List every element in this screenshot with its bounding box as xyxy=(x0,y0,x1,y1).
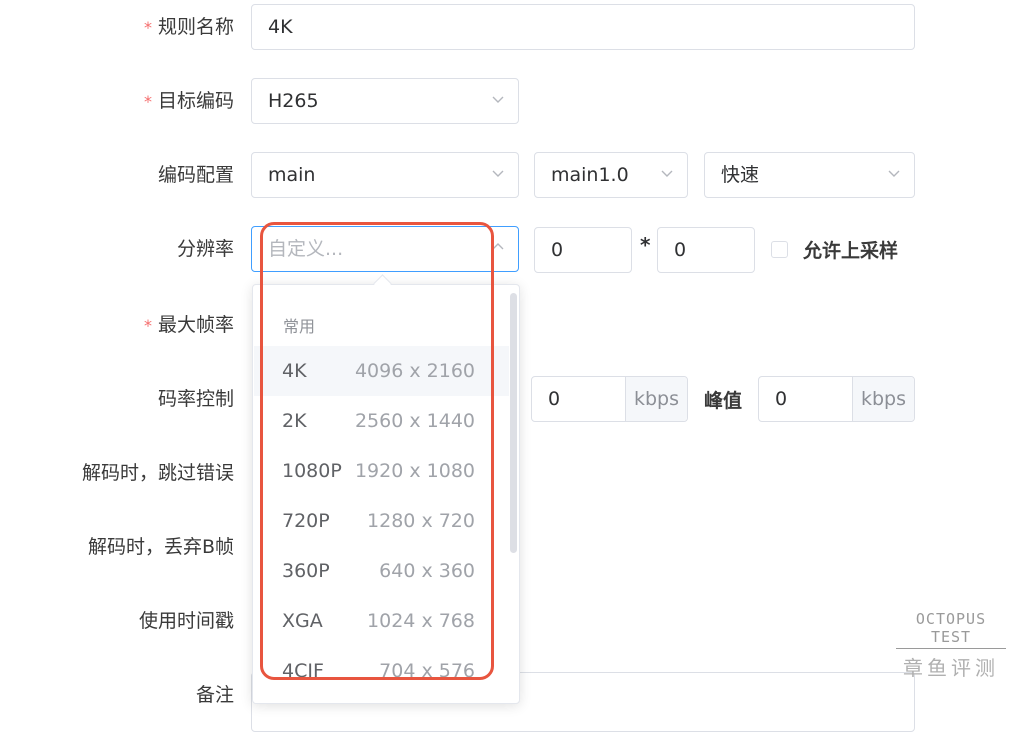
bitrate-input[interactable]: 0 kbps xyxy=(531,376,688,422)
required-asterisk: * xyxy=(143,18,152,37)
bitrate-control-label: 码率控制 xyxy=(157,388,234,410)
option-dimensions: 1024 x 768 xyxy=(367,610,475,632)
profile-select[interactable]: main xyxy=(251,152,519,198)
option-dimensions: 640 x 360 xyxy=(379,560,475,582)
option-name: XGA xyxy=(282,610,323,632)
option-dimensions: 704 x 576 xyxy=(379,660,475,682)
rule-name-input[interactable]: 4K xyxy=(251,4,915,50)
option-dimensions: 1280 x 720 xyxy=(367,510,475,532)
option-dimensions: 2560 x 1440 xyxy=(354,410,475,432)
resolution-separator: * xyxy=(640,233,651,257)
peak-input[interactable]: 0 kbps xyxy=(758,376,915,422)
target-codec-select[interactable]: H265 xyxy=(251,78,519,124)
target-codec-label: * 目标编码 xyxy=(143,90,234,112)
option-dimensions: 4096 x 2160 xyxy=(354,360,475,382)
resolution-dropdown: 常用 4K 4096 x 2160 2K 2560 x 1440 1080P 1920 x… xyxy=(252,284,520,704)
chevron-down-icon xyxy=(888,168,900,178)
resolution-label: 分辨率 xyxy=(176,238,234,260)
drop-b-frames-label: 解码时，丢弃B帧 xyxy=(87,536,234,558)
remark-label: 备注 xyxy=(195,684,234,706)
watermark: OCTOPUS TEST 章鱼评测 xyxy=(896,610,1006,681)
chevron-up-icon xyxy=(492,242,504,252)
option-name: 1080P xyxy=(282,460,342,482)
resolution-select[interactable]: 自定义... xyxy=(251,226,519,272)
resolution-width-input[interactable]: 0 xyxy=(534,227,632,273)
peak-label: 峰值 xyxy=(704,390,743,412)
watermark-top: OCTOPUS TEST xyxy=(896,610,1006,649)
chevron-down-icon xyxy=(492,94,504,104)
option-name: 2K xyxy=(282,410,307,432)
dropdown-option[interactable]: 4K 4096 x 2160 xyxy=(254,346,509,396)
chevron-down-icon xyxy=(492,168,504,178)
allow-upsample-label[interactable]: 允许上采样 xyxy=(803,236,898,263)
watermark-bottom: 章鱼评测 xyxy=(903,656,999,680)
required-asterisk: * xyxy=(143,92,152,111)
option-name: 360P xyxy=(282,560,330,582)
preset-select[interactable]: 快速 xyxy=(704,152,915,198)
dropdown-option[interactable]: XGA 1024 x 768 xyxy=(254,596,509,646)
option-name: 720P xyxy=(282,510,330,532)
bitrate-unit: kbps xyxy=(624,377,687,421)
max-framerate-label: * 最大帧率 xyxy=(143,314,234,336)
dropdown-option[interactable]: 2K 2560 x 1440 xyxy=(254,396,509,446)
dropdown-scrollbar[interactable] xyxy=(510,293,517,553)
skip-errors-label: 解码时，跳过错误 xyxy=(81,462,234,484)
rule-name-label: * 规则名称 xyxy=(143,16,234,38)
dropdown-option[interactable]: 4CIF 704 x 576 xyxy=(254,646,509,696)
required-asterisk: * xyxy=(143,316,152,335)
dropdown-option[interactable]: 360P 640 x 360 xyxy=(254,546,509,596)
chevron-down-icon xyxy=(661,168,673,178)
peak-unit: kbps xyxy=(851,377,914,421)
dropdown-group-label: 常用 xyxy=(283,317,316,336)
resolution-height-input[interactable]: 0 xyxy=(657,227,755,273)
dropdown-option[interactable]: 720P 1280 x 720 xyxy=(254,496,509,546)
use-timestamp-label: 使用时间戳 xyxy=(138,610,234,632)
encode-config-label: 编码配置 xyxy=(157,164,234,186)
option-dimensions: 1920 x 1080 xyxy=(354,460,475,482)
option-name: 4K xyxy=(282,360,307,382)
dropdown-option[interactable]: 1080P 1920 x 1080 xyxy=(254,446,509,496)
option-name: 4CIF xyxy=(282,660,324,682)
level-select[interactable]: main1.0 xyxy=(534,152,688,198)
allow-upsample-checkbox[interactable] xyxy=(771,241,788,258)
